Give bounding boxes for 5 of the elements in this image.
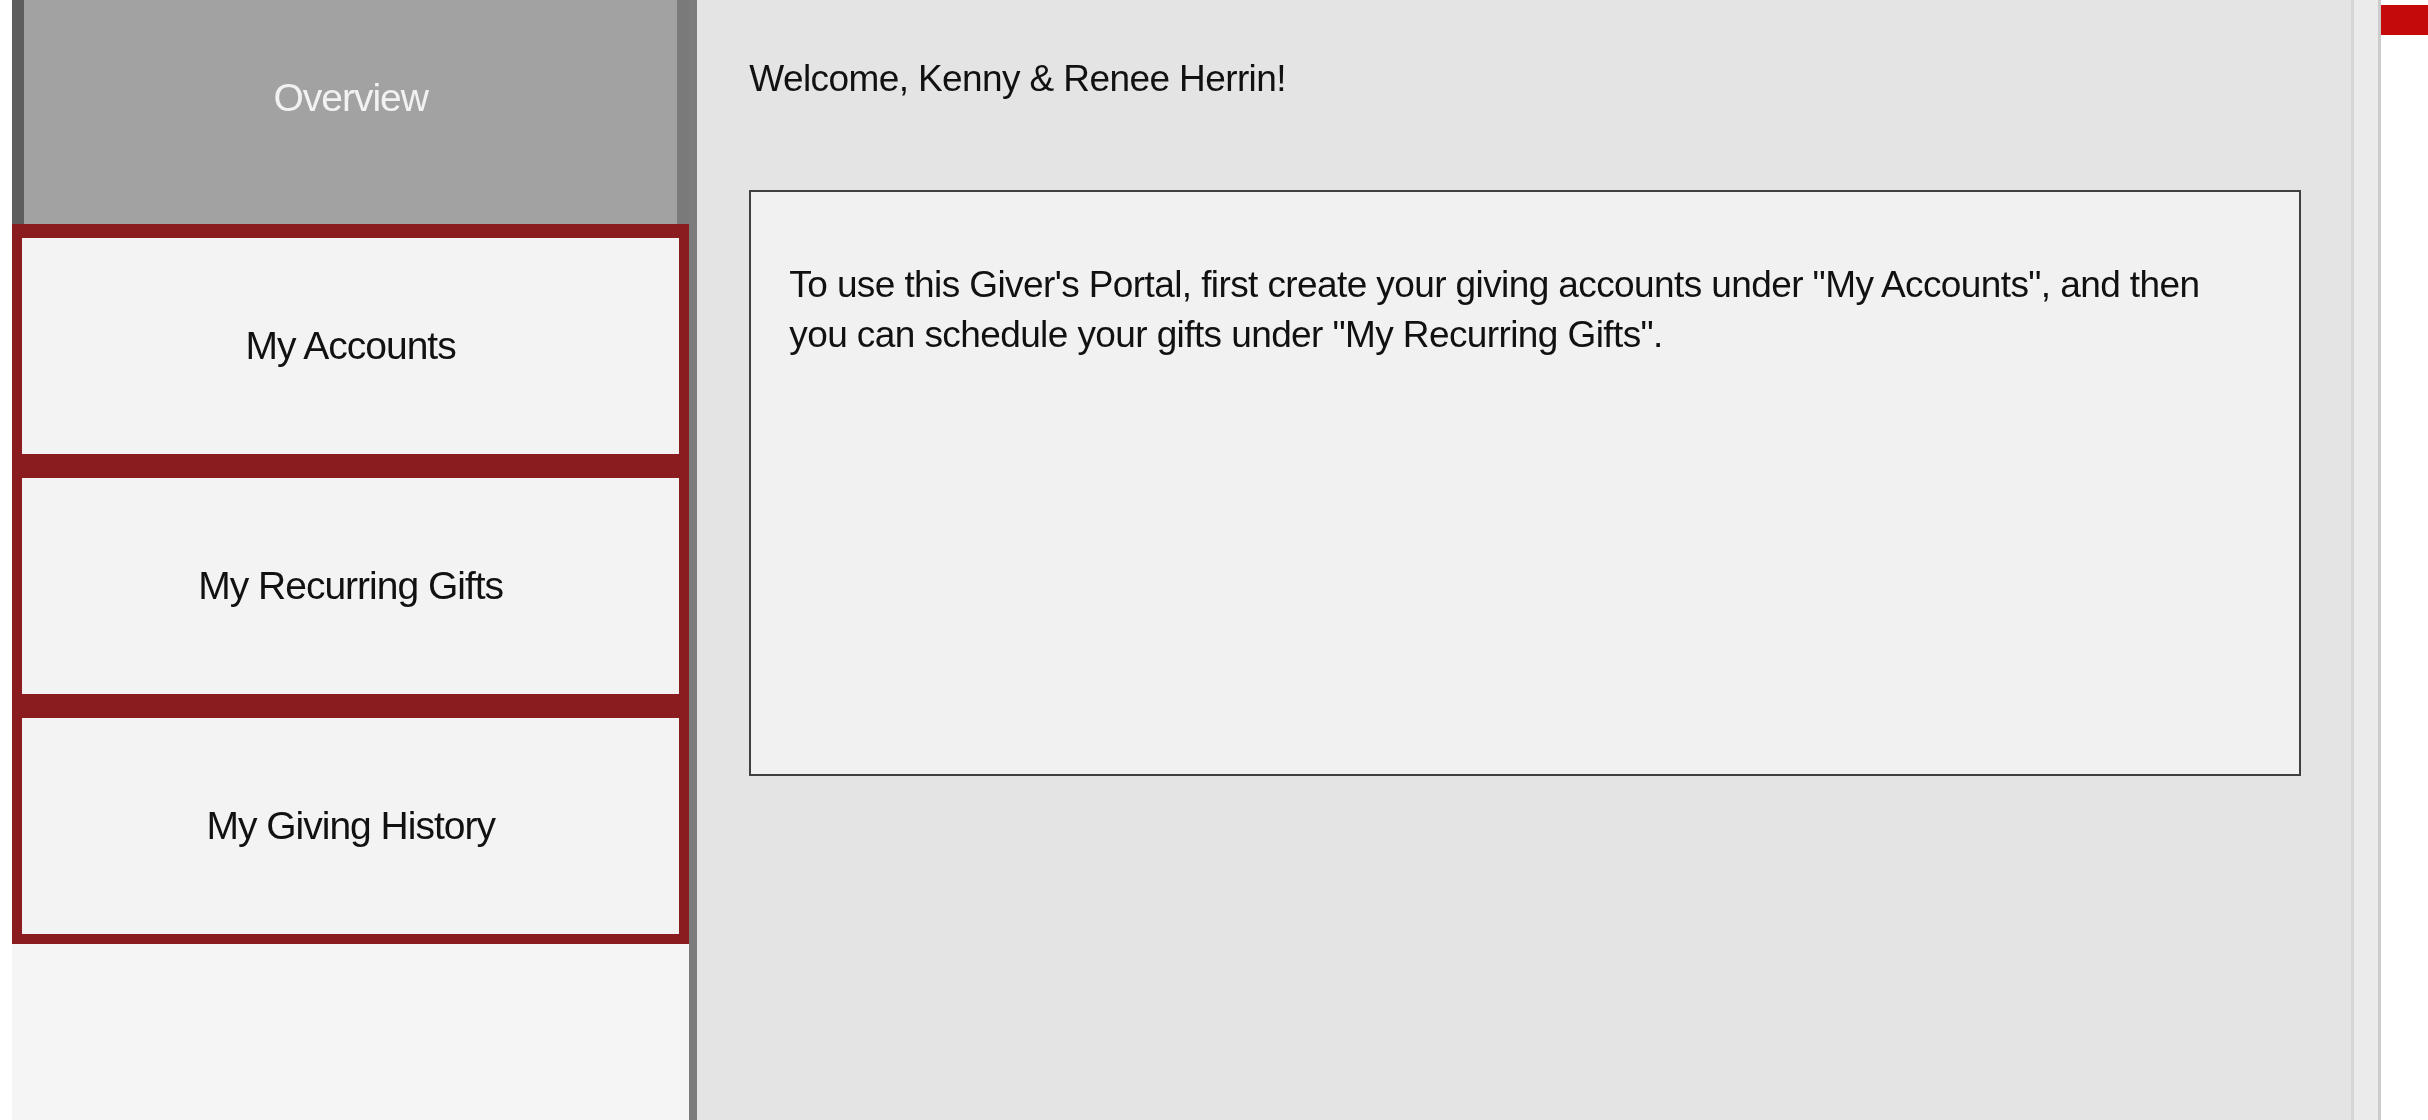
welcome-message: Welcome, Kenny & Renee Herrin!	[749, 58, 1287, 100]
instructions-text: To use this Giver's Portal, first create your giving accounts under "My Accounts", and then you can schedule your gifts under "My Recurring Gifts".	[789, 263, 2201, 357]
sidebar-link[interactable]: My Recurring Gifts	[12, 464, 690, 704]
sidebar-link[interactable]: My Accounts	[12, 224, 690, 464]
sidebar-link[interactable]: My Giving History	[12, 704, 690, 944]
